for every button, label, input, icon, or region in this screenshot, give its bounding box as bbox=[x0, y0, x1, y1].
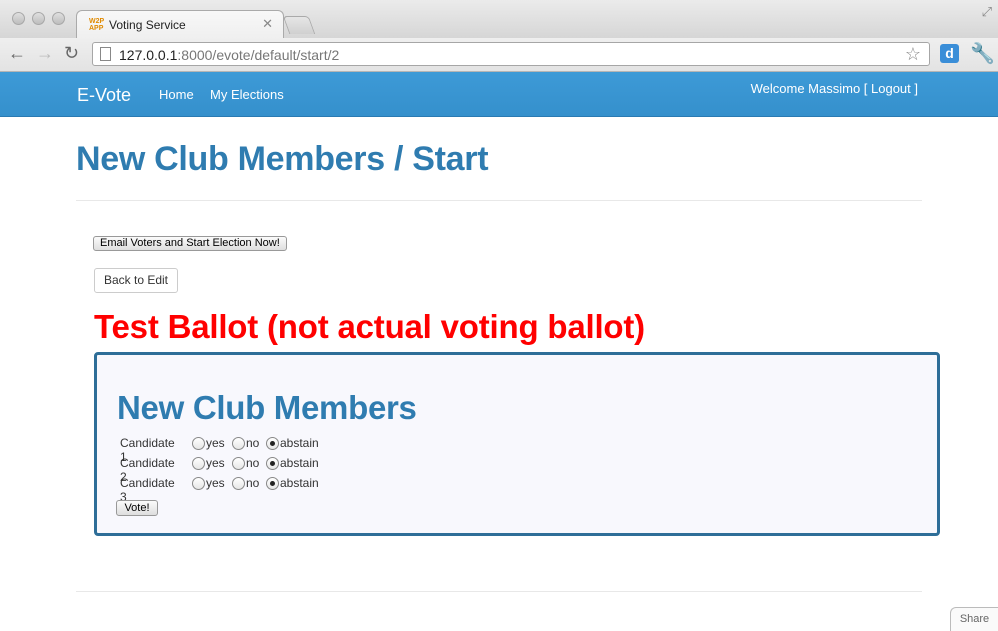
yes-label: yes bbox=[206, 476, 225, 490]
back-arrow-icon[interactable]: ← bbox=[8, 43, 26, 64]
new-tab-button[interactable] bbox=[282, 16, 316, 34]
nav-link-my-elections[interactable]: My Elections bbox=[210, 87, 284, 102]
vote-button[interactable]: Vote! bbox=[116, 500, 158, 516]
divider bbox=[76, 200, 922, 201]
page-icon bbox=[100, 47, 111, 61]
reload-icon[interactable]: ↻ bbox=[64, 43, 79, 64]
footer-divider bbox=[76, 591, 922, 592]
abstain-label: abstain bbox=[280, 476, 319, 490]
welcome-logout[interactable]: Welcome Massimo [ Logout ] bbox=[751, 81, 918, 96]
abstain-radio[interactable] bbox=[266, 457, 279, 470]
app-navbar: E-Vote Home My Elections Welcome Massimo… bbox=[0, 72, 998, 117]
yes-radio[interactable] bbox=[192, 457, 205, 470]
abstain-label: abstain bbox=[280, 456, 319, 470]
browser-toolbar: ← → ↻ 127.0.0.1:8000/evote/default/start… bbox=[0, 38, 998, 72]
window-minimize-dot[interactable] bbox=[32, 12, 45, 25]
browser-tab[interactable]: W2P APP Voting Service ✕ bbox=[76, 10, 284, 39]
yes-label: yes bbox=[206, 436, 225, 450]
no-radio[interactable] bbox=[232, 437, 245, 450]
address-bar[interactable]: 127.0.0.1:8000/evote/default/start/2 ☆ bbox=[92, 42, 930, 66]
test-ballot-form: New Club Members Candidate 1 yes no abst… bbox=[94, 352, 940, 536]
no-radio[interactable] bbox=[232, 457, 245, 470]
page-title: New Club Members / Start bbox=[76, 140, 489, 178]
yes-label: yes bbox=[206, 456, 225, 470]
tab-close-icon[interactable]: ✕ bbox=[262, 16, 273, 32]
fullscreen-icon[interactable]: ⤢ bbox=[982, 4, 992, 20]
ballot-title: New Club Members bbox=[117, 389, 417, 426]
bookmark-star-icon[interactable]: ☆ bbox=[905, 44, 921, 65]
no-radio[interactable] bbox=[232, 477, 245, 490]
no-label: no bbox=[246, 476, 260, 490]
yes-radio[interactable] bbox=[192, 437, 205, 450]
abstain-radio[interactable] bbox=[266, 437, 279, 450]
window-zoom-dot[interactable] bbox=[52, 12, 65, 25]
forward-arrow-icon[interactable]: → bbox=[36, 43, 54, 64]
browser-titlebar: W2P APP Voting Service ✕ ⤢ bbox=[0, 0, 998, 39]
extension-d-icon[interactable]: d bbox=[940, 44, 959, 63]
back-to-edit-button[interactable]: Back to Edit bbox=[94, 268, 178, 293]
url-text[interactable]: 127.0.0.1:8000/evote/default/start/2 bbox=[119, 47, 339, 63]
web2py-favicon-icon: W2P APP bbox=[89, 18, 105, 32]
no-label: no bbox=[246, 456, 260, 470]
email-voters-start-button[interactable]: Email Voters and Start Election Now! bbox=[93, 236, 287, 251]
abstain-radio[interactable] bbox=[266, 477, 279, 490]
share-button[interactable]: Share bbox=[950, 607, 998, 631]
no-label: no bbox=[246, 436, 260, 450]
abstain-label: abstain bbox=[280, 436, 319, 450]
tab-title: Voting Service bbox=[109, 18, 186, 32]
test-ballot-heading: Test Ballot (not actual voting ballot) bbox=[94, 308, 645, 345]
window-close-dot[interactable] bbox=[12, 12, 25, 25]
brand-logo[interactable]: E-Vote bbox=[77, 85, 131, 106]
wrench-icon[interactable]: 🔧 bbox=[970, 41, 995, 66]
nav-link-home[interactable]: Home bbox=[159, 87, 194, 102]
yes-radio[interactable] bbox=[192, 477, 205, 490]
